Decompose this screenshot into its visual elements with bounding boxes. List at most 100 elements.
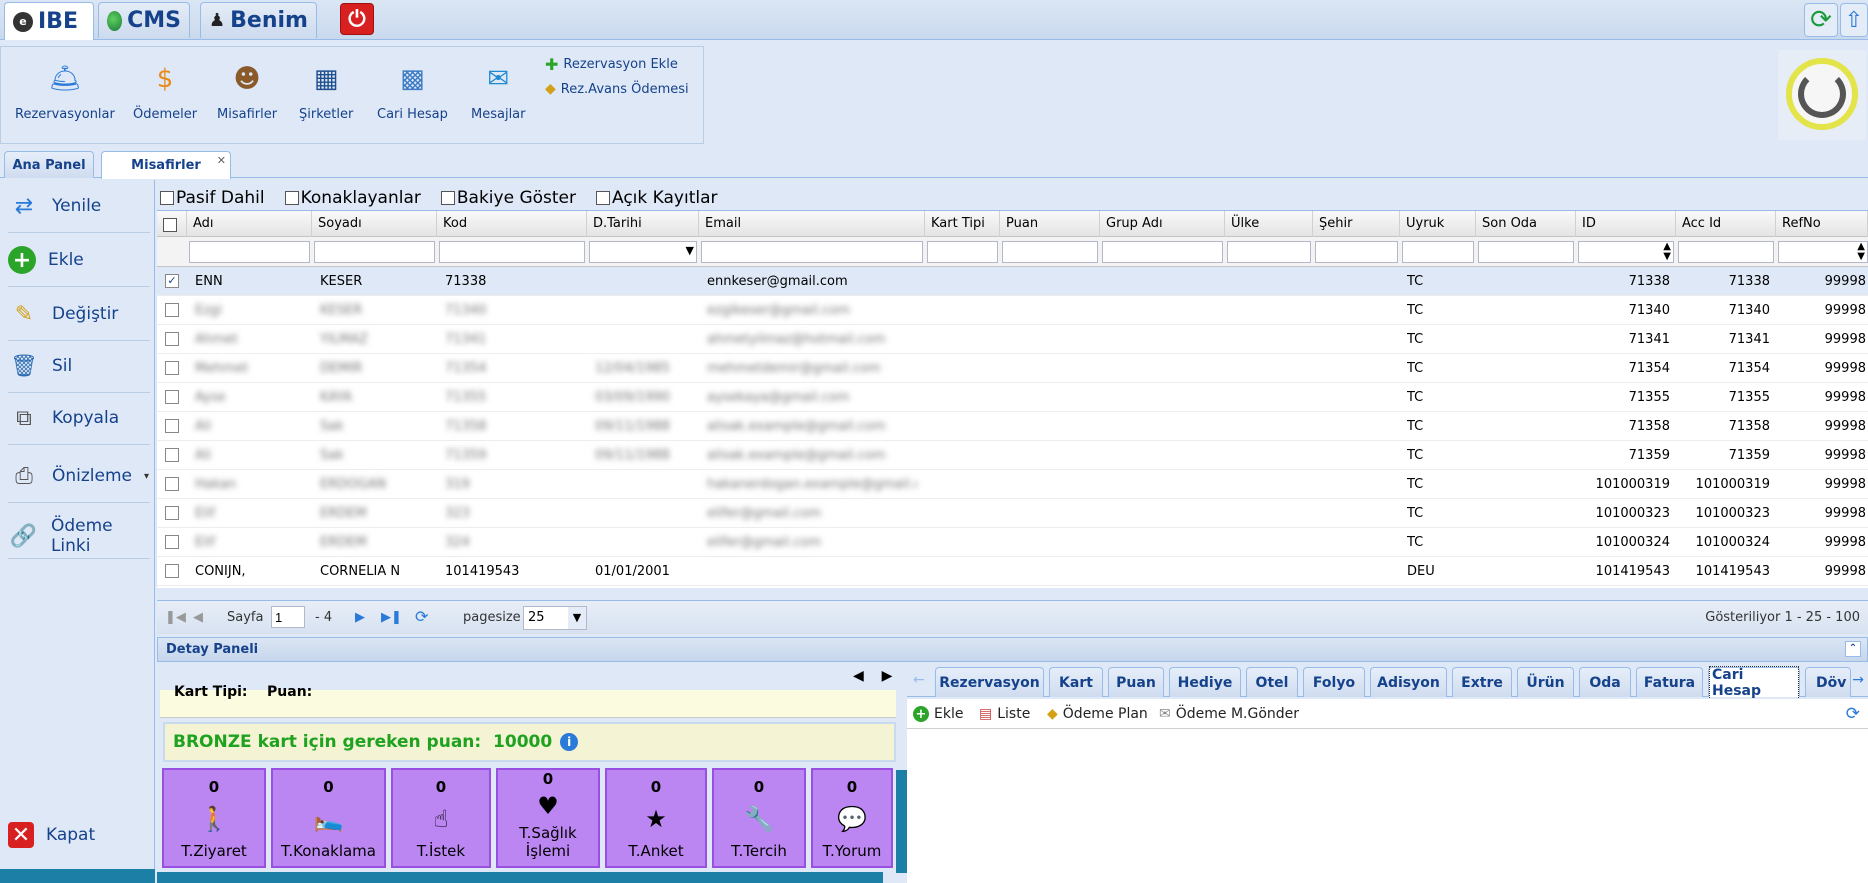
copy-button[interactable]: ⧉ Kopyala bbox=[8, 402, 119, 434]
tab-fatura[interactable]: Fatura bbox=[1636, 667, 1703, 697]
tab-otel[interactable]: Otel bbox=[1246, 667, 1298, 697]
filter-input-refno[interactable]: ▲ ▼ bbox=[1778, 241, 1868, 263]
collapse-icon[interactable]: ⌃ bbox=[1845, 641, 1861, 657]
column-header[interactable]: Son Oda bbox=[1476, 211, 1576, 237]
tab-urun[interactable]: Ürün bbox=[1517, 667, 1574, 697]
tab-oda[interactable]: Oda bbox=[1579, 667, 1631, 697]
table-row[interactable]: ✓ ENN KESER 71338 ennkeser@gmail.com TC 71338 7… bbox=[157, 267, 1868, 296]
filter-input-soyadi[interactable] bbox=[314, 241, 435, 263]
spinner-icon[interactable]: ▲ ▼ bbox=[1857, 242, 1865, 262]
ribbon-mesajlar[interactable]: ✉ Mesajlar bbox=[471, 57, 526, 122]
tile-anket[interactable]: 0 ★ T.Anket bbox=[605, 768, 707, 868]
filter-input-kart-tipi[interactable] bbox=[927, 241, 998, 263]
table-row[interactable]: CONIJN, CORNELIA N 101419543 01/01/2001 DEU 1… bbox=[157, 557, 1868, 586]
detail-scroll-bar[interactable] bbox=[896, 770, 907, 873]
row-checkbox[interactable] bbox=[165, 419, 179, 433]
tab-misafirler[interactable]: Misafirler ✕ bbox=[101, 151, 231, 179]
row-checkbox[interactable] bbox=[165, 535, 179, 549]
column-header[interactable]: ID bbox=[1576, 211, 1676, 237]
table-row[interactable]: Mehmet DEMIR 71354 12/04/1985 mehmetdemir@gm… bbox=[157, 354, 1868, 383]
tile-tercih[interactable]: 0 🔧 T.Tercih bbox=[712, 768, 806, 868]
tile-saglik-islemi[interactable]: 0 ♥ T.Sağlık İşlemi bbox=[496, 768, 600, 868]
filter-input-kod[interactable] bbox=[439, 241, 585, 263]
add-button[interactable]: + Ekle bbox=[8, 246, 84, 274]
filter-input-sehir[interactable] bbox=[1315, 241, 1398, 263]
table-row[interactable]: Elif ERDEM 324 elifer@gmail.com TC 101000324 1… bbox=[157, 528, 1868, 557]
ribbon-cari-hesap[interactable]: ▩ Cari Hesap bbox=[377, 57, 448, 122]
delete-button[interactable]: 🗑 Sil bbox=[8, 350, 72, 382]
ribbon-misafirler[interactable]: ☻ Misafirler bbox=[217, 57, 277, 122]
column-header[interactable]: Uyruk bbox=[1400, 211, 1476, 237]
tile-istek[interactable]: 0 ☝ T.İstek bbox=[391, 768, 491, 868]
ribbon-odemeler[interactable]: $ Ödemeler bbox=[133, 57, 197, 122]
column-header[interactable]: Adı bbox=[187, 211, 312, 237]
detail-add-button[interactable]: + Ekle bbox=[913, 706, 963, 722]
table-row[interactable]: Hakan ERDOGAN 319 hakanerdogan.example@gmai… bbox=[157, 470, 1868, 499]
payment-link-button[interactable]: 🔗 Ödeme Linki bbox=[8, 516, 154, 556]
row-checkbox[interactable]: ✓ bbox=[165, 274, 179, 288]
tab-ana-panel[interactable]: Ana Panel bbox=[4, 151, 94, 178]
row-checkbox[interactable] bbox=[165, 448, 179, 462]
refresh-button[interactable]: ⇄ Yenile bbox=[8, 190, 101, 222]
ribbon-sirketler[interactable]: ▦ Şirketler bbox=[299, 57, 353, 122]
filter-pasif-dahil[interactable]: Pasif Dahil bbox=[160, 188, 265, 208]
close-icon[interactable]: ✕ bbox=[217, 154, 226, 167]
filter-konaklayanlar[interactable]: Konaklayanlar bbox=[284, 188, 421, 208]
add-reservation-link[interactable]: ✚ Rezervasyon Ekle bbox=[545, 55, 678, 74]
tab-cari-hesap[interactable]: Cari Hesap bbox=[1708, 665, 1800, 700]
filter-input-adi[interactable] bbox=[189, 241, 310, 263]
filter-input-uyruk[interactable] bbox=[1402, 241, 1474, 263]
column-header[interactable]: Şehir bbox=[1313, 211, 1400, 237]
next-page-icon[interactable]: ▶ bbox=[355, 610, 365, 625]
tab-scroll-right-icon[interactable]: → bbox=[1852, 672, 1864, 688]
row-checkbox[interactable] bbox=[165, 303, 179, 317]
tab-doviz[interactable]: Döv bbox=[1805, 667, 1851, 697]
column-header[interactable]: Soyadı bbox=[312, 211, 437, 237]
column-header[interactable]: Acc Id bbox=[1676, 211, 1776, 237]
app-tab-cms[interactable]: CMS bbox=[98, 2, 190, 38]
column-header[interactable]: Ülke bbox=[1225, 211, 1313, 237]
edit-button[interactable]: ✎ Değiştir bbox=[8, 298, 119, 330]
column-header[interactable]: RefNo bbox=[1776, 211, 1868, 237]
app-tab-benim[interactable]: ♟ Benim bbox=[200, 2, 317, 38]
column-header[interactable]: Puan bbox=[1000, 211, 1100, 237]
row-checkbox[interactable] bbox=[165, 332, 179, 346]
send-payment-button[interactable]: ✉ Ödeme M.Gönder bbox=[1159, 706, 1299, 722]
tile-ziyaret[interactable]: 0 🚶 T.Ziyaret bbox=[162, 768, 266, 868]
close-button[interactable]: ✕ Kapat bbox=[8, 822, 95, 848]
filter-input-puan[interactable] bbox=[1002, 241, 1098, 263]
tab-folyo[interactable]: Folyo bbox=[1303, 667, 1365, 697]
tab-kart[interactable]: Kart bbox=[1049, 667, 1103, 697]
reservation-advance-payment-link[interactable]: ◆ Rez.Avans Ödemesi bbox=[545, 81, 689, 97]
column-header[interactable]: Kod bbox=[437, 211, 587, 237]
tab-puan[interactable]: Puan bbox=[1108, 667, 1164, 697]
table-row[interactable]: Ali Sak 71358 09/11/1988 alisak.example@gmai… bbox=[157, 412, 1868, 441]
payment-plan-button[interactable]: ◆ Ödeme Plan bbox=[1047, 706, 1148, 722]
filter-select-dtarihi[interactable]: ▼ bbox=[589, 241, 697, 263]
prev-page-icon[interactable]: ◀ bbox=[193, 610, 203, 625]
column-header[interactable]: Grup Adı bbox=[1100, 211, 1225, 237]
column-header[interactable]: Kart Tipi bbox=[925, 211, 1000, 237]
arrow-right-icon[interactable]: ▶ bbox=[882, 668, 893, 684]
spinner-icon[interactable]: ▲ ▼ bbox=[1663, 242, 1671, 262]
column-header[interactable]: Email bbox=[699, 211, 925, 237]
filter-input-email[interactable] bbox=[701, 241, 923, 263]
filter-input-acc-id[interactable] bbox=[1678, 241, 1774, 263]
tile-yorum[interactable]: 0 💬 T.Yorum bbox=[811, 768, 893, 868]
tab-scroll-left-icon[interactable]: ← bbox=[913, 672, 925, 688]
filter-bakiye-goster[interactable]: Bakiye Göster bbox=[440, 188, 576, 208]
page-number-input[interactable] bbox=[271, 606, 305, 628]
filter-input-ulke[interactable] bbox=[1227, 241, 1311, 263]
ribbon-rezervasyonlar[interactable]: 🛎 Rezervasyonlar bbox=[15, 57, 115, 122]
row-checkbox[interactable] bbox=[165, 361, 179, 375]
table-row[interactable]: Ali Sak 71359 09/11/1988 alisak.example@gmai… bbox=[157, 441, 1868, 470]
filter-acik-kayitlar[interactable]: Açık Kayıtlar bbox=[596, 188, 718, 208]
filter-input-grup-adi[interactable] bbox=[1102, 241, 1223, 263]
tile-konaklama[interactable]: 0 🛌 T.Konaklama bbox=[271, 768, 386, 868]
select-all-checkbox[interactable] bbox=[157, 211, 187, 237]
info-icon[interactable]: i bbox=[560, 733, 579, 751]
column-header[interactable]: D.Tarihi bbox=[587, 211, 699, 237]
row-checkbox[interactable] bbox=[165, 506, 179, 520]
app-tab-ibe[interactable]: e IBE bbox=[4, 2, 94, 40]
arrow-left-icon[interactable]: ◀ bbox=[853, 668, 864, 684]
